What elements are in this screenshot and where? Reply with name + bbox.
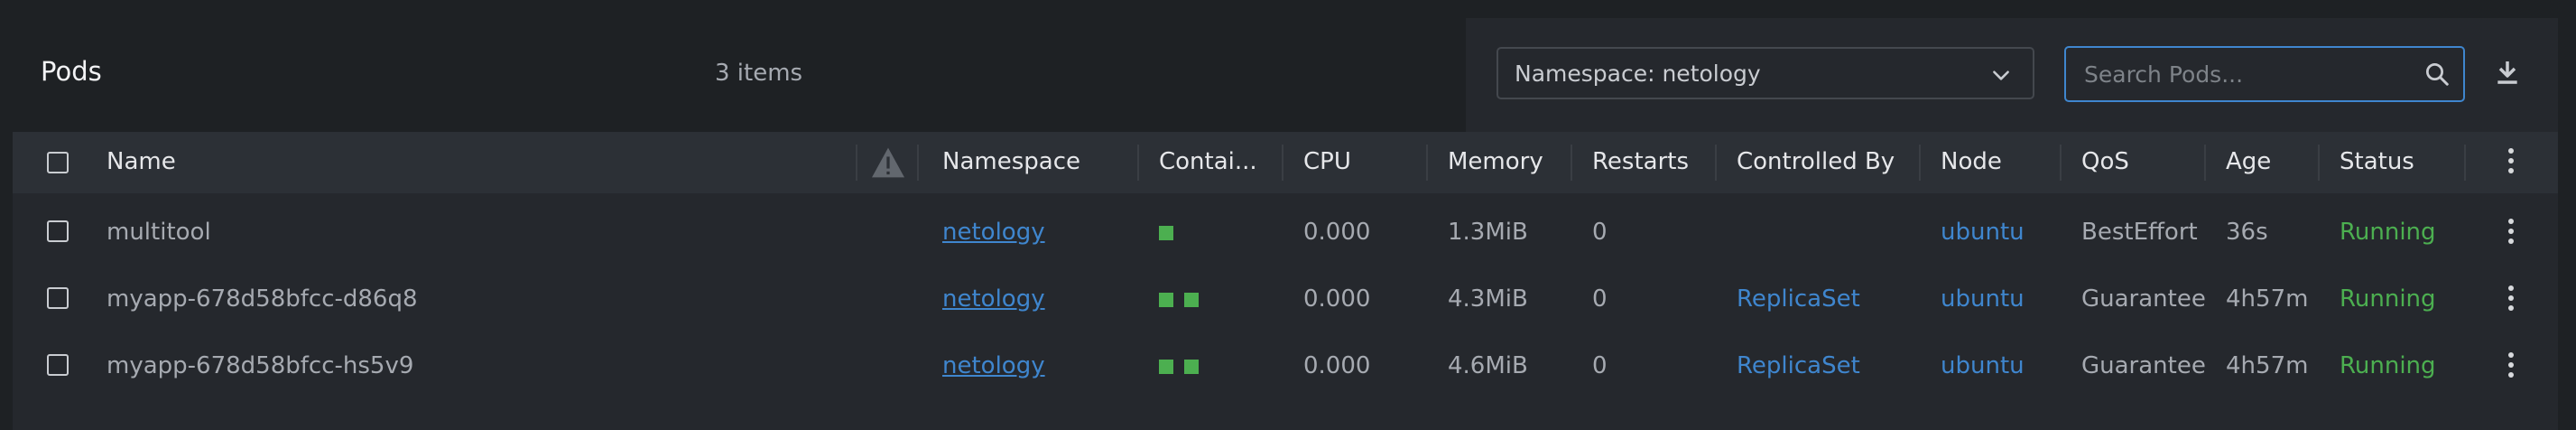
row-menu-icon[interactable] [2507, 285, 2515, 316]
column-divider [1715, 145, 1717, 181]
controlled-by-link[interactable]: ReplicaSet [1737, 352, 1860, 379]
row-menu-icon[interactable] [2507, 352, 2515, 383]
cpu-value: 0.000 [1303, 352, 1371, 379]
status-value: Running [2340, 219, 2436, 246]
row-menu-icon[interactable] [2507, 219, 2515, 249]
column-divider [2318, 145, 2320, 181]
namespace-link[interactable]: netology [942, 285, 1045, 313]
table-row[interactable]: myapp-678d58bfcc-hs5v9 netology 0.000 4.… [13, 332, 2558, 399]
age-value: 36s [2226, 219, 2268, 246]
column-divider [2464, 145, 2466, 181]
column-divider [1282, 145, 1283, 181]
column-divider [1137, 145, 1139, 181]
column-header-name[interactable]: Name [107, 148, 176, 175]
status-value: Running [2340, 352, 2436, 379]
age-value: 4h57m [2226, 285, 2309, 313]
node-link[interactable]: ubuntu [1941, 352, 2025, 379]
download-icon[interactable] [2493, 58, 2522, 87]
container-status-indicator [1184, 293, 1199, 307]
pods-panel: Pods 3 items Namespace: netology Name Na… [13, 18, 2558, 430]
search-pods-field[interactable] [2064, 46, 2465, 102]
container-status-indicator [1159, 226, 1173, 240]
pod-name: myapp-678d58bfcc-hs5v9 [107, 352, 414, 379]
namespace-select[interactable]: Namespace: netology [1496, 47, 2034, 99]
columns-menu-icon[interactable] [2507, 148, 2515, 179]
list-header-bar: Pods 3 items [13, 18, 1466, 132]
namespace-link[interactable]: netology [942, 352, 1045, 379]
qos-value: Guarantee [2081, 352, 2206, 379]
cpu-value: 0.000 [1303, 219, 1371, 246]
column-header-node[interactable]: Node [1941, 148, 2002, 175]
column-divider [856, 145, 857, 181]
table-row[interactable]: multitool netology 0.000 1.3MiB 0 ubuntu… [13, 199, 2558, 266]
column-header-age[interactable]: Age [2226, 148, 2271, 175]
select-all-checkbox[interactable] [47, 152, 69, 173]
page-title: Pods [41, 56, 102, 87]
memory-value: 4.3MiB [1448, 285, 1528, 313]
column-header-memory[interactable]: Memory [1448, 148, 1543, 175]
warning-icon [872, 147, 904, 178]
status-value: Running [2340, 285, 2436, 313]
column-header-status[interactable]: Status [2340, 148, 2414, 175]
column-header-containers[interactable]: Contai... [1159, 148, 1257, 175]
memory-value: 4.6MiB [1448, 352, 1528, 379]
container-status-indicator [1159, 360, 1173, 374]
controlled-by-link[interactable]: ReplicaSet [1737, 285, 1860, 313]
container-status-indicator [1159, 293, 1173, 307]
row-checkbox[interactable] [47, 220, 69, 242]
qos-value: Guarantee [2081, 285, 2206, 313]
row-checkbox[interactable] [47, 287, 69, 309]
namespace-select-value: Namespace: netology [1515, 61, 1761, 87]
node-link[interactable]: ubuntu [1941, 285, 2025, 313]
column-divider [1426, 145, 1428, 181]
column-header-qos[interactable]: QoS [2081, 148, 2129, 175]
cpu-value: 0.000 [1303, 285, 1371, 313]
items-count: 3 items [715, 60, 803, 87]
qos-value: BestEffort [2081, 219, 2198, 246]
column-divider [1919, 145, 1921, 181]
container-status-indicator [1184, 360, 1199, 374]
column-divider [1571, 145, 1572, 181]
age-value: 4h57m [2226, 352, 2309, 379]
table-header: Name Namespace Contai... CPU Memory Rest… [13, 132, 2558, 193]
namespace-link[interactable]: netology [942, 219, 1045, 246]
chevron-down-icon [1993, 70, 2009, 80]
column-header-controlled-by[interactable]: Controlled By [1737, 148, 1895, 175]
column-header-cpu[interactable]: CPU [1303, 148, 1351, 175]
column-divider [917, 145, 919, 181]
restarts-value: 0 [1592, 352, 1608, 379]
pod-name: multitool [107, 219, 211, 246]
column-header-namespace[interactable]: Namespace [942, 148, 1080, 175]
table-row[interactable]: myapp-678d58bfcc-d86q8 netology 0.000 4.… [13, 266, 2558, 332]
search-icon[interactable] [2423, 61, 2451, 88]
node-link[interactable]: ubuntu [1941, 219, 2025, 246]
memory-value: 1.3MiB [1448, 219, 1528, 246]
search-input[interactable] [2082, 61, 2411, 89]
restarts-value: 0 [1592, 219, 1608, 246]
column-divider [2204, 145, 2206, 181]
column-header-restarts[interactable]: Restarts [1592, 148, 1689, 175]
row-checkbox[interactable] [47, 354, 69, 376]
restarts-value: 0 [1592, 285, 1608, 313]
column-divider [2060, 145, 2062, 181]
pod-name: myapp-678d58bfcc-d86q8 [107, 285, 418, 313]
